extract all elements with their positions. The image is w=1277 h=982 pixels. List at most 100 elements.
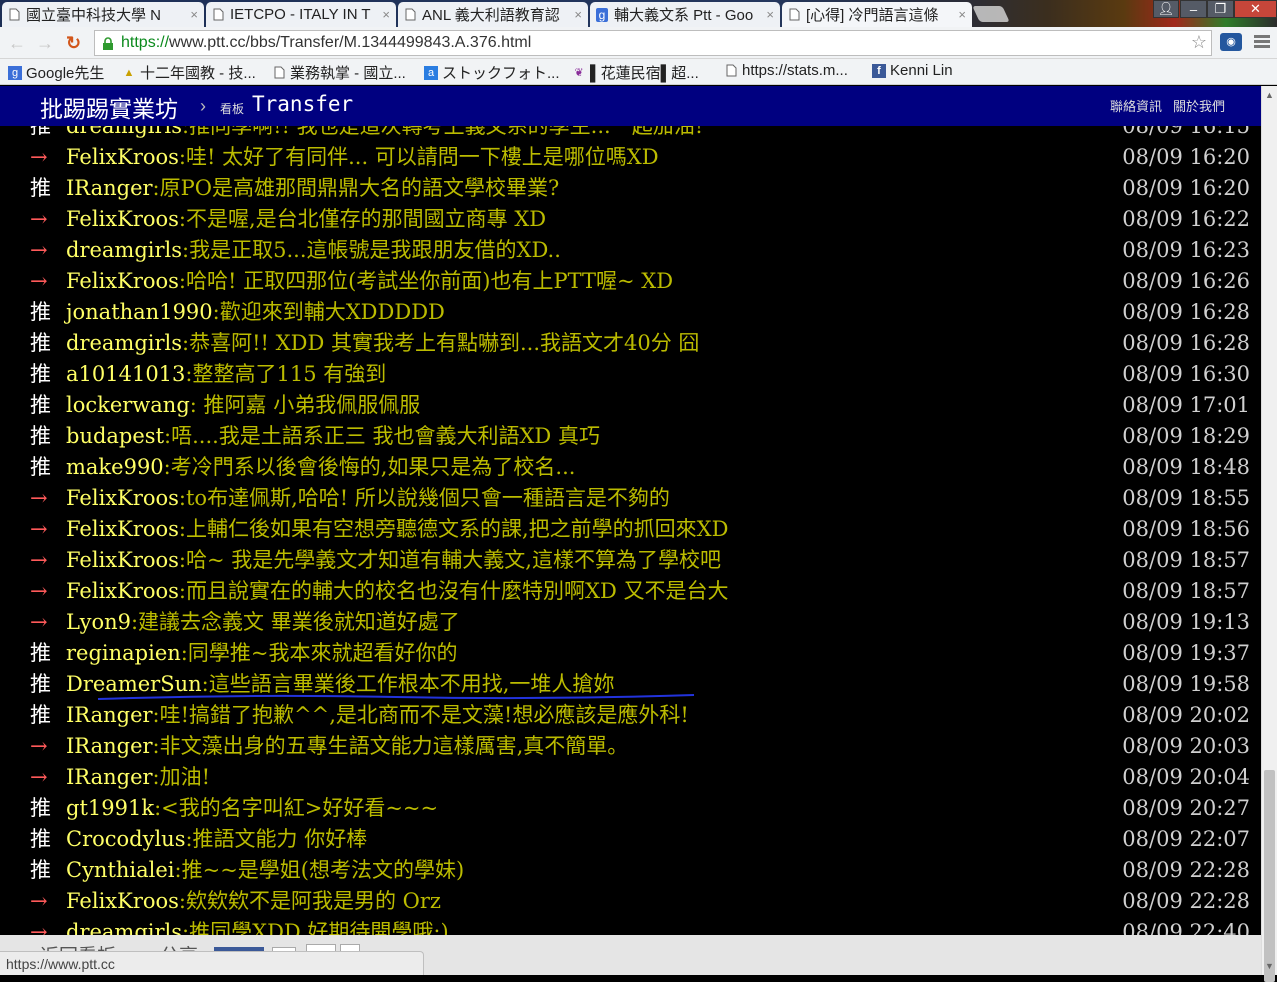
push-content: :唔....我是土語系正三 我也會義大利語XD 真巧 [164, 424, 600, 448]
push-userid: dreamgirls [66, 331, 183, 355]
arrow-tag: → [30, 734, 48, 758]
push-time: 08/09 16:28 [1122, 300, 1250, 324]
tab-5-active[interactable]: [心得] 冷門語言這條 × [782, 2, 972, 27]
tab-2[interactable]: IETCPO - ITALY IN T × [206, 2, 396, 27]
push-content: :建議去念義文 畢業後就知道好處了 [130, 610, 460, 634]
push-row: → FelixKroos:哇! 太好了有同伴... 可以請問一下樓上是哪位嗎XD 0… [30, 142, 1250, 173]
push-tag: 推 [30, 858, 51, 882]
restore-icon[interactable]: ❐ [1207, 0, 1234, 18]
push-tag: 推 [30, 300, 51, 324]
push-tag: 推 [30, 331, 51, 355]
bookmark-item[interactable]: g Google先生 [8, 62, 104, 83]
tab-title: IETCPO - ITALY IN T [230, 6, 371, 23]
push-time: 08/09 19:58 [1122, 672, 1250, 696]
arrow-tag: → [30, 145, 48, 169]
push-row: → FelixKroos:上輔仁後如果有空想旁聽德文系的課,把之前學的抓回來XD 0… [30, 514, 1250, 545]
bookmark-item[interactable]: ▲ 十二年國教 - 技... [122, 62, 256, 83]
push-userid: FelixKroos [66, 269, 179, 293]
breadcrumb-separator: › [200, 96, 206, 116]
tab-title: 輔大義文系 Ptt - Goo [614, 7, 754, 24]
tab-1[interactable]: 國立臺中科技大學 N × [2, 2, 204, 27]
address-bar[interactable]: https://www.ptt.cc/bbs/Transfer/M.134449… [94, 30, 1212, 56]
push-userid: IRanger [66, 734, 153, 758]
push-row: → dreamgirls:我是正取5...這帳號是我跟朋友借的XD.. 08/09 … [30, 235, 1250, 266]
tab-title: [心得] 冷門語言這條 [806, 7, 939, 24]
bookmark-item[interactable]: ❦ ▌花蓮民宿▌超... [572, 62, 698, 83]
push-time: 08/09 18:29 [1122, 424, 1250, 448]
bookmark-item[interactable]: 業務執掌 - 國立... [272, 62, 406, 83]
push-time: 08/09 19:37 [1122, 641, 1250, 665]
star-icon[interactable]: ☆ [1191, 32, 1207, 53]
push-content: :考冷門系以後會後悔的,如果只是為了校名... [163, 455, 576, 479]
push-row: 推 Crocodylus:推語文能力 你好棒 08/09 22:07 [30, 824, 1250, 855]
push-userid: dreamgirls [66, 238, 183, 262]
tab-3[interactable]: ANL 義大利語教育認 × [398, 2, 588, 27]
push-row: → IRanger:加油! 08/09 20:04 [30, 762, 1250, 793]
scroll-up-icon[interactable]: ▲ [1265, 90, 1274, 100]
url-scheme: https:// [121, 34, 170, 51]
push-userid: Lyon9 [66, 610, 131, 634]
push-row: 推 jonathan1990:歡迎來到輔大XDDDDD 08/09 16:28 [30, 297, 1250, 328]
close-icon[interactable]: × [766, 7, 774, 22]
push-time: 08/09 16:22 [1122, 207, 1250, 231]
bookmark-item[interactable]: https://stats.m... [724, 62, 848, 79]
close-icon[interactable]: × [958, 7, 966, 22]
push-tag: 推 [30, 641, 51, 665]
push-content: :欸欸欸不是阿我是男的 Orz [178, 889, 441, 913]
push-row: 推 lockerwang: 推阿嘉 小弟我佩服佩服 08/09 17:01 [30, 390, 1250, 421]
user-icon[interactable]: 👤︎ [1153, 0, 1179, 18]
extension-icon[interactable]: ◉ [1220, 33, 1242, 51]
tab-4[interactable]: g 輔大義文系 Ptt - Goo × [590, 2, 780, 27]
google-icon: g [596, 7, 608, 22]
close-icon[interactable]: × [382, 7, 390, 22]
push-userid: budapest [66, 424, 165, 448]
push-userid: Crocodylus [66, 827, 186, 851]
forward-arrow-icon[interactable]: → [36, 33, 54, 54]
push-userid: IRanger [66, 703, 153, 727]
push-content: :哇!搞錯了抱歉^^,是北商而不是文藻!想必應該是應外科! [152, 703, 689, 727]
contact-link[interactable]: 聯絡資訊 [1110, 96, 1162, 115]
close-icon[interactable]: × [574, 7, 582, 22]
bookmark-item[interactable]: f Kenni Lin [872, 62, 953, 79]
site-logo[interactable]: 批踢踢實業坊 [40, 90, 178, 124]
scroll-down-icon[interactable]: ▼ [1265, 961, 1274, 971]
board-name-link[interactable]: Transfer [252, 92, 353, 116]
push-time: 08/09 22:40 [1122, 920, 1250, 935]
menu-icon[interactable] [1254, 33, 1270, 51]
push-content: :歡迎來到輔大XDDDDD [212, 300, 445, 324]
push-time: 08/09 16:23 [1122, 238, 1250, 262]
board-label: 看板 [220, 102, 245, 116]
arrow-tag: → [30, 238, 48, 262]
tab-title: ANL 義大利語教育認 [422, 7, 560, 24]
push-tag: 推 [30, 393, 51, 417]
tab-title: 國立臺中科技大學 N [26, 7, 162, 24]
about-link[interactable]: 關於我們 [1173, 96, 1225, 115]
push-row: 推 a10141013:整整高了115 有強到 08/09 16:30 [30, 359, 1250, 390]
push-content: :推語文能力 你好棒 [185, 827, 368, 851]
close-icon[interactable]: × [190, 7, 198, 22]
push-time: 08/09 18:57 [1122, 579, 1250, 603]
push-time: 08/09 19:13 [1122, 610, 1250, 634]
push-content: :原PO是高雄那間鼎鼎大名的語文學校畢業? [152, 176, 560, 200]
push-row: → FelixKroos:而且說實在的輔大的校名也沒有什麼特別啊XD 又不是台大 0… [30, 576, 1250, 607]
push-content: :恭喜阿!! XDD 其實我考上有點嚇到...我語文才40分 囧 [182, 331, 700, 355]
push-tag: 推 [30, 796, 51, 820]
push-time: 08/09 16:15 [1122, 126, 1250, 138]
bookmark-item[interactable]: a ストックフォト... [424, 62, 560, 83]
ptt-header: 批踢踢實業坊 › 看板 Transfer 聯絡資訊 關於我們 [0, 86, 1261, 126]
push-time: 08/09 18:55 [1122, 486, 1250, 510]
window-close-icon[interactable]: ✕ [1234, 0, 1277, 18]
push-userid: FelixKroos [66, 517, 179, 541]
page-icon [404, 8, 416, 22]
minimize-icon[interactable]: – [1180, 0, 1207, 18]
scrollbar-thumb[interactable] [1264, 770, 1275, 982]
push-row: → Lyon9:建議去念義文 畢業後就知道好處了 08/09 19:13 [30, 607, 1250, 638]
reload-icon[interactable]: ↻ [66, 33, 81, 54]
push-content: : 推阿嘉 小弟我佩服佩服 [189, 393, 421, 417]
browser-toolbar: ← → ↻ https://www.ptt.cc/bbs/Transfer/M.… [0, 27, 1277, 59]
push-content: :上輔仁後如果有空想旁聽德文系的課,把之前學的抓回來XD [178, 517, 729, 541]
push-row: → dreamgirls:推同學XDD 好期待開學哦:) 08/09 22:40 [30, 917, 1250, 935]
back-arrow-icon[interactable]: ← [8, 33, 26, 54]
scrollbar[interactable]: ▲ ▼ [1261, 86, 1277, 982]
new-tab-button[interactable] [972, 6, 1010, 22]
